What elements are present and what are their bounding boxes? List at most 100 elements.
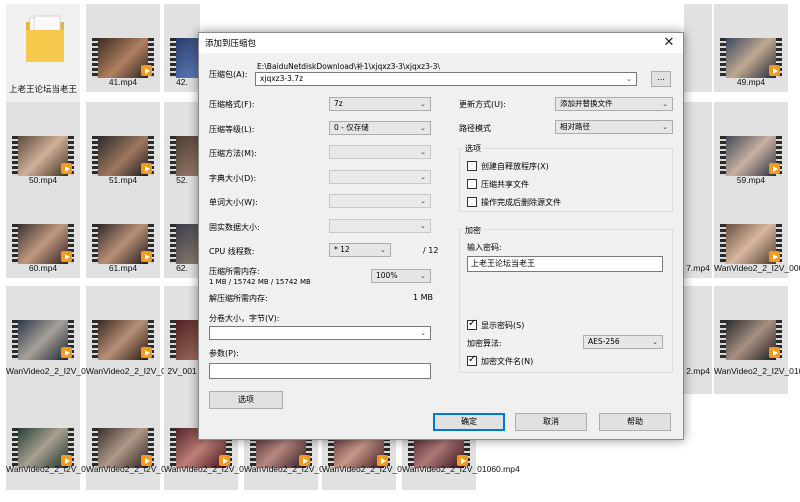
play-icon xyxy=(769,163,780,174)
video-tile[interactable]: WanVideo2_2_I2V_01006.mp4 xyxy=(714,286,800,394)
enc-method-label: 加密算法: xyxy=(467,339,502,348)
archive-name-value: xjqxz3-3.7z xyxy=(260,74,304,83)
cancel-button[interactable]: 取消 xyxy=(515,413,587,431)
threads-combo[interactable]: * 12 ⌄ xyxy=(329,243,391,257)
level-label: 压缩等级(L): xyxy=(209,125,255,134)
show-password-checkbox[interactable] xyxy=(467,318,477,330)
sfx-label: 创建自释放程序(X) xyxy=(481,162,549,171)
video-tile[interactable]: 61.mp4 xyxy=(86,190,160,278)
dialog-titlebar[interactable]: 添加到压缩包 ✕ xyxy=(199,33,683,53)
tile-label: WanVideo2_2_I2V_00064.mp4 xyxy=(714,263,800,273)
password-input[interactable]: 上老王论坛当老王 xyxy=(467,256,663,272)
ok-button[interactable]: 确定 xyxy=(433,413,505,431)
dict-size-combo: ⌄ xyxy=(329,170,431,184)
video-tile[interactable]: 59.mp4 xyxy=(714,102,788,190)
level-combo[interactable]: 0 - 仅存储 ⌄ xyxy=(329,121,431,135)
video-tile[interactable]: WanVideo2_2_I2V_00078.mp4 xyxy=(86,286,204,394)
dialog-title: 添加到压缩包 xyxy=(205,39,257,49)
tile-label: WanVideo2_2_I2V_01060.mp4 xyxy=(402,464,520,474)
chevron-down-icon: ⌄ xyxy=(380,246,386,254)
add-to-archive-dialog: 添加到压缩包 ✕ 压缩包(A): E:\BaiduNetdiskDownload… xyxy=(198,32,684,440)
tile-label: 52. xyxy=(176,175,188,185)
tile-label: 50.mp4 xyxy=(28,175,58,185)
solid-size-combo: ⌄ xyxy=(329,219,431,233)
video-tile[interactable]: 7.mp4 xyxy=(684,190,712,278)
show-password-label: 显示密码(S) xyxy=(481,321,525,330)
tile-label: 62. xyxy=(176,263,188,273)
chevron-down-icon: ⌄ xyxy=(626,75,632,83)
chevron-down-icon: ⌄ xyxy=(420,173,426,181)
word-size-label: 单词大小(W): xyxy=(209,198,258,207)
video-thumbnail xyxy=(170,224,200,264)
video-thumbnail xyxy=(720,224,782,264)
play-icon xyxy=(61,251,72,262)
format-value: 7z xyxy=(334,99,343,108)
sfx-checkbox[interactable] xyxy=(467,161,477,171)
delete-after-checkbox[interactable] xyxy=(467,197,477,207)
shared-checkbox[interactable] xyxy=(467,179,477,189)
video-tile[interactable]: 41.mp4 xyxy=(86,4,160,92)
tile-label: WanVideo2_2_I2V_01022.mp4 xyxy=(6,464,124,474)
shared-label: 压缩共享文件 xyxy=(481,180,529,189)
mem-decomp-value: 1 MB xyxy=(413,293,434,302)
play-icon xyxy=(769,347,780,358)
video-tile-partial[interactable] xyxy=(684,4,712,92)
encrypt-names-checkbox[interactable] xyxy=(467,354,477,366)
video-tile[interactable]: 2V_001 xyxy=(164,286,200,394)
video-tile[interactable]: 42. xyxy=(164,4,200,92)
chevron-down-icon: ⌄ xyxy=(420,222,426,230)
params-input[interactable] xyxy=(209,363,431,379)
split-combo[interactable]: ⌄ xyxy=(209,326,431,340)
tile-label: 60.mp4 xyxy=(28,263,58,273)
update-combo[interactable]: 添加并替换文件 ⌄ xyxy=(555,97,673,111)
format-combo[interactable]: 7z ⌄ xyxy=(329,97,431,111)
video-tile[interactable]: 60.mp4 xyxy=(6,190,80,278)
mem-percent-combo[interactable]: 100% ⌄ xyxy=(371,269,431,283)
encrypt-names-label: 加密文件名(N) xyxy=(481,357,534,366)
tile-label: 上老王论坛当老王 xyxy=(8,84,77,94)
video-thumbnail xyxy=(720,38,782,78)
video-thumbnail xyxy=(170,136,200,176)
archive-name-combo[interactable]: xjqxz3-3.7z ⌄ xyxy=(255,72,637,86)
browse-button[interactable]: ... xyxy=(651,71,671,87)
play-icon xyxy=(769,251,780,262)
video-tile[interactable]: WanVideo2_2_I2V_00064.mp4 xyxy=(714,190,800,278)
chevron-down-icon: ⌄ xyxy=(420,148,426,156)
video-tile[interactable]: WanVideo2_2_I2V_00072.mp4 xyxy=(6,286,124,394)
video-thumbnail xyxy=(12,320,74,360)
tile-label: 42. xyxy=(176,77,188,87)
word-size-combo: ⌄ xyxy=(329,194,431,208)
video-tile[interactable]: 50.mp4 xyxy=(6,102,80,190)
tile-label: 2V_001 xyxy=(167,366,197,376)
archive-path: E:\BaiduNetdiskDownload\补1\xjqxz3-3\xjqx… xyxy=(257,62,440,71)
chevron-down-icon: ⌄ xyxy=(662,123,668,131)
threads-value: * 12 xyxy=(334,245,350,254)
update-value: 添加并替换文件 xyxy=(560,99,613,108)
video-tile[interactable]: 62. xyxy=(164,190,200,278)
folder-tile[interactable]: 上老王论坛当老王 xyxy=(6,4,80,112)
tile-label: 49.mp4 xyxy=(736,77,766,87)
help-button[interactable]: 帮助 xyxy=(599,413,671,431)
video-thumbnail xyxy=(12,428,74,468)
encryption-group-title: 加密 xyxy=(463,225,483,236)
options-button[interactable]: 选项 xyxy=(209,391,283,409)
video-tile[interactable]: 52. xyxy=(164,102,200,190)
pathmode-combo[interactable]: 相对路径 ⌄ xyxy=(555,120,673,134)
format-label: 压缩格式(F): xyxy=(209,100,255,109)
play-icon xyxy=(141,251,152,262)
tile-label: WanVideo2_2_I2V_01006.mp4 xyxy=(714,366,800,376)
video-tile[interactable]: WanVideo2_2_I2V_01022.mp4 xyxy=(6,394,124,490)
mem-percent-value: 100% xyxy=(376,271,398,280)
chevron-down-icon: ⌄ xyxy=(420,329,426,337)
chevron-down-icon: ⌄ xyxy=(420,124,426,132)
options-group-title: 选项 xyxy=(463,143,483,154)
close-icon[interactable]: ✕ xyxy=(661,34,677,51)
video-tile[interactable]: 49.mp4 xyxy=(714,4,788,92)
video-thumbnail xyxy=(12,224,74,264)
video-tile-partial[interactable] xyxy=(684,102,712,190)
video-tile[interactable]: 51.mp4 xyxy=(86,102,160,190)
video-tile[interactable]: WanVideo2_2_I2V_01033.mp4 xyxy=(86,394,204,490)
chevron-down-icon: ⌄ xyxy=(420,100,426,108)
video-tile[interactable]: 2.mp4 xyxy=(684,286,712,394)
enc-method-combo[interactable]: AES-256 ⌄ xyxy=(583,335,663,349)
